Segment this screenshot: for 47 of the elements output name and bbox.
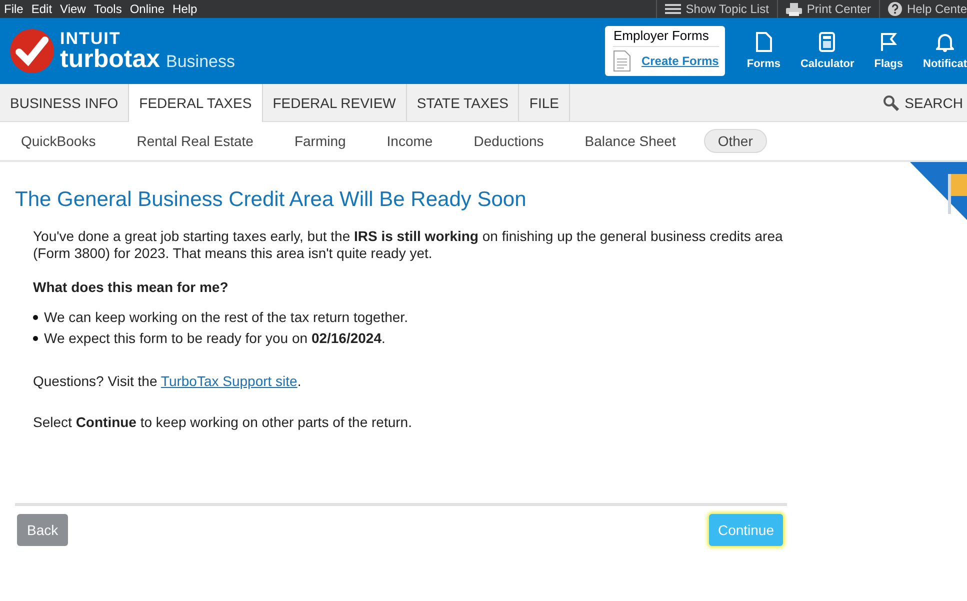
flag-icon <box>880 32 898 52</box>
nav-tab[interactable]: STATE TAXES <box>406 84 520 121</box>
brand-name: INTUIT <box>60 30 122 47</box>
nav-tab[interactable]: FEDERAL REVIEW <box>262 84 407 121</box>
search-button[interactable]: SEARCH <box>882 84 967 121</box>
bullet-item: We can keep working on the rest of the tax return together. <box>44 308 408 327</box>
bell-icon <box>936 32 954 52</box>
menu-item[interactable]: Help <box>168 2 202 16</box>
bullet-icon <box>33 315 38 320</box>
header-tool-button[interactable]: Calculator <box>790 32 864 70</box>
support-paragraph: Questions? Visit the TurboTax Support site. <box>33 373 302 390</box>
calculator-icon <box>819 32 836 52</box>
product-edition: Business <box>166 53 235 70</box>
question-heading: What does this mean for me? <box>33 279 230 296</box>
subnav-tab[interactable]: Deductions <box>460 130 557 152</box>
nav-tab[interactable]: FEDERAL TAXES <box>129 84 263 122</box>
subnav-tab[interactable]: QuickBooks <box>8 130 109 152</box>
menu-item[interactable]: File <box>0 2 28 16</box>
subnav-tab[interactable]: Balance Sheet <box>572 130 689 152</box>
list-icon <box>664 3 681 15</box>
menu-item[interactable]: Edit <box>27 2 56 16</box>
checkmark-logo-icon <box>10 29 54 73</box>
subnav-tab[interactable]: Income <box>374 130 446 152</box>
subnav-tab[interactable]: Rental Real Estate <box>124 130 266 152</box>
flag-banner-icon <box>910 162 967 220</box>
printer-icon <box>786 2 802 16</box>
header-tool-button[interactable]: Flags <box>864 32 913 70</box>
nav-tab[interactable]: FILE <box>519 84 570 121</box>
document-icon <box>756 32 772 52</box>
search-icon <box>882 94 899 110</box>
card-title: Employer Forms <box>613 28 719 47</box>
subnav-tab[interactable]: Farming <box>281 130 359 152</box>
document-icon <box>613 50 632 72</box>
create-forms-link[interactable]: Create Forms <box>641 54 719 68</box>
header-tool-button[interactable]: Forms <box>736 32 790 70</box>
continue-note: Select Continue to keep working on other parts of the return. <box>33 414 413 431</box>
product-name: turbotax <box>60 47 160 72</box>
bullet-icon <box>33 336 38 341</box>
menu-item[interactable]: Online <box>126 2 169 16</box>
page-title: The General Business Credit Area Will Be Ready Soon <box>15 188 528 212</box>
header-tool-button[interactable]: Notificat <box>913 32 967 70</box>
intro-paragraph: You've done a great job starting taxes early, but the IRS is still working on finishing up the general business credits area (Form 3800) for 2023. That means this area isn't quite ready yet. <box>33 228 784 262</box>
menu-item[interactable]: Tools <box>90 2 126 16</box>
bullet-item: We expect this form to be ready for you on 02/16/2024. <box>44 329 386 348</box>
support-link[interactable]: TurboTax Support site <box>160 373 298 389</box>
menu-item[interactable]: View <box>56 2 90 16</box>
subnav-tab[interactable]: Other <box>704 129 767 153</box>
